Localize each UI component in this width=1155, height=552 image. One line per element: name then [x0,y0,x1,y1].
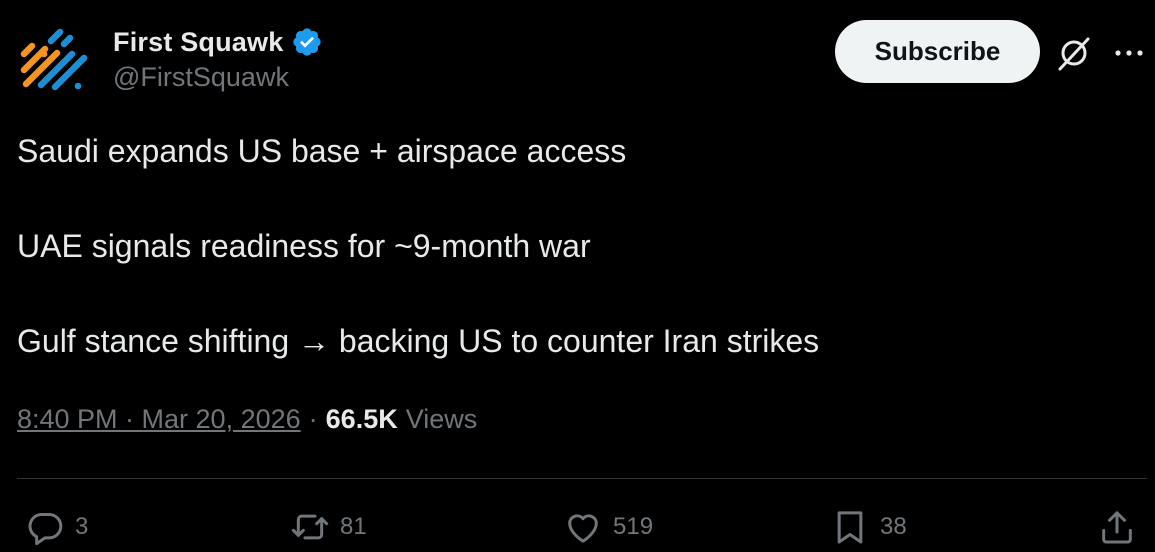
tweet-meta: 8:40 PM · Mar 20, 2026 · 66.5K Views [17,404,477,435]
divider [17,478,1147,479]
tweet-line: Gulf stance shifting → backing US to cou… [17,323,820,359]
more-options-icon[interactable] [1112,40,1146,66]
repost-icon [291,514,329,540]
author-name-row: First Squawk [113,24,323,60]
heart-icon [568,514,598,543]
share-icon [1102,511,1132,544]
reply-button[interactable]: 3 [25,505,88,549]
repost-count: 81 [340,513,367,540]
first-squawk-logo-icon[interactable] [18,24,90,96]
subscribe-button[interactable]: Subscribe [835,20,1040,83]
repost-button[interactable]: 81 [290,505,367,549]
tweet-card: First Squawk @FirstSquawk Subscribe Saud… [0,0,1155,552]
like-button[interactable]: 519 [563,505,653,549]
reply-count: 3 [75,513,89,540]
share-button[interactable] [1097,505,1137,549]
reply-icon [28,513,63,546]
author-handle[interactable]: @FirstSquawk [113,62,289,93]
meta-separator: · [308,404,318,434]
grok-icon[interactable] [1054,33,1094,73]
author-display-name[interactable]: First Squawk [113,27,283,58]
like-count: 519 [613,513,654,540]
timestamp-link[interactable]: 8:40 PM · Mar 20, 2026 [17,404,301,435]
views-count[interactable]: 66.5K [326,404,398,435]
verified-badge-icon[interactable] [291,26,323,58]
bookmark-count: 38 [880,513,907,540]
bookmark-icon [837,511,863,544]
tweet-text: Saudi expands US base + airspace access … [17,128,1137,366]
tweet-line: UAE signals readiness for ~9-month war [17,228,591,264]
tweet-line: Saudi expands US base + airspace access [17,133,627,169]
bookmark-button[interactable]: 38 [830,505,907,549]
views-label: Views [405,404,478,434]
